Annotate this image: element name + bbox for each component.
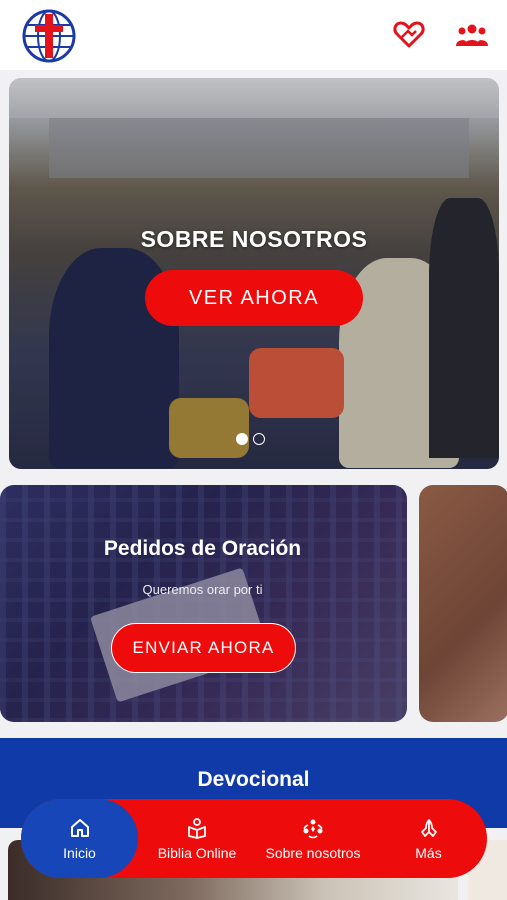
carousel-dot-2[interactable] [253, 433, 265, 445]
carousel-indicator [236, 433, 265, 445]
bible-reading-icon [188, 817, 206, 839]
carousel-dot-1[interactable] [236, 433, 248, 445]
nav-item-mas[interactable]: Más [370, 799, 487, 878]
devotional-title: Devocional [197, 768, 310, 791]
app-header [0, 0, 507, 70]
praying-hands-icon [420, 818, 437, 837]
card-overlay [0, 485, 407, 722]
ver-ahora-button[interactable]: VER AHORA [145, 270, 363, 326]
nav-label: Biblia Online [157, 844, 237, 861]
nav-item-inicio[interactable]: Inicio [21, 799, 138, 878]
enviar-ahora-button[interactable]: ENVIAR AHORA [111, 623, 296, 673]
church-logo-icon[interactable] [21, 8, 77, 64]
hero-title: SOBRE NOSOTROS [140, 226, 368, 252]
nav-label: Sobre nosotros [265, 844, 361, 861]
community-icon [303, 819, 323, 838]
nav-item-biblia-online[interactable]: Biblia Online [138, 799, 256, 878]
nav-label: Inicio [63, 844, 96, 861]
home-icon [70, 818, 89, 837]
card-subtitle: Queremos orar por ti [142, 582, 263, 597]
nav-item-sobre-nosotros[interactable]: Sobre nosotros [256, 799, 370, 878]
prayer-request-card[interactable]: Pedidos de Oración Queremos orar por ti … [0, 485, 407, 722]
next-card-peek[interactable] [419, 485, 507, 722]
donate-heart-hands-icon[interactable] [393, 20, 425, 48]
card-title: Pedidos de Oración [103, 537, 302, 560]
bottom-navigation: Inicio Biblia Online Sobre nosotros Más [21, 799, 487, 878]
nav-label: Más [415, 844, 442, 861]
people-group-icon[interactable] [456, 20, 488, 48]
hero-carousel[interactable]: SOBRE NOSOTROS VER AHORA [9, 78, 499, 469]
